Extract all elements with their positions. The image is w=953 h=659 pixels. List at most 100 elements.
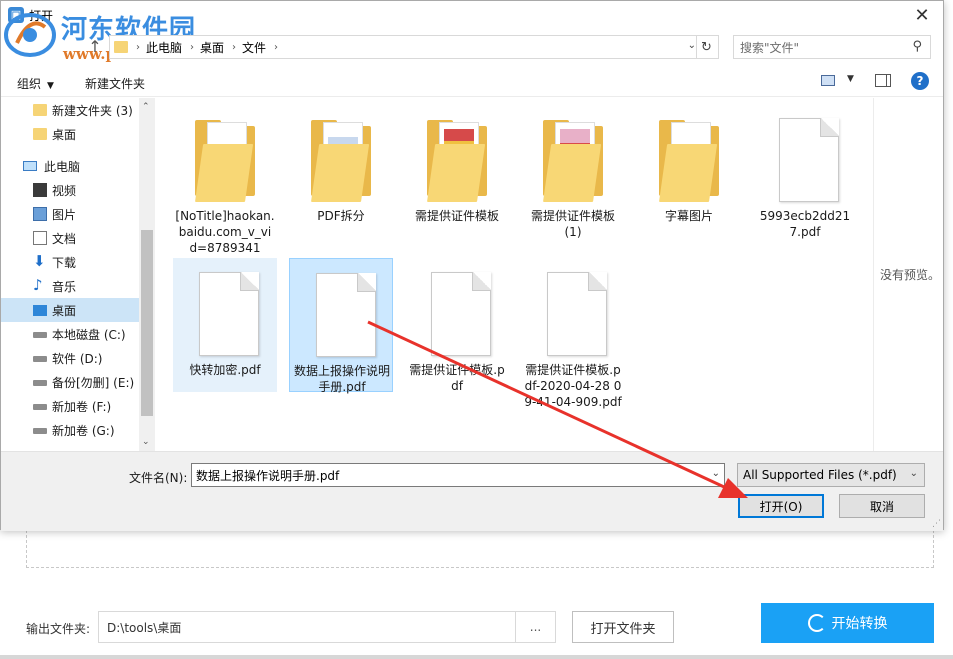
download-icon: ⬇ xyxy=(33,252,46,270)
breadcrumb-files[interactable]: 文件 xyxy=(242,39,266,56)
file-name: 需提供证件模板.pdf xyxy=(409,363,505,393)
drive-icon xyxy=(33,332,47,338)
file-tile-folder[interactable]: 需提供证件模板 (1) xyxy=(521,104,625,239)
sidebar-item-label: 新加卷 (G:) xyxy=(52,423,115,438)
address-bar[interactable]: › 此电脑 › 桌面 › 文件 › ⌄ ↻ xyxy=(109,35,719,59)
sidebar-item-new-folder-3[interactable]: 新建文件夹 (3) xyxy=(1,98,139,122)
caret-down-icon[interactable]: ▼ xyxy=(847,74,854,84)
close-button[interactable]: ✕ xyxy=(907,3,937,27)
document-icon xyxy=(541,272,607,356)
chevron-right-icon[interactable]: › xyxy=(274,42,278,53)
computer-icon xyxy=(23,161,37,171)
drive-icon xyxy=(33,380,47,386)
chevron-right-icon[interactable]: › xyxy=(190,42,194,53)
browse-button[interactable]: ... xyxy=(515,612,555,642)
breadcrumb-desktop[interactable]: 桌面 xyxy=(200,39,224,56)
search-placeholder: 搜索"文件" xyxy=(740,40,800,55)
chevron-right-icon[interactable]: › xyxy=(136,42,140,53)
refresh-icon[interactable]: ↻ xyxy=(696,36,716,58)
folder-icon xyxy=(657,118,721,202)
up-arrow-icon[interactable]: ↑ xyxy=(85,37,105,59)
search-icon[interactable]: ⚲ xyxy=(912,39,922,54)
sidebar-item-label: 视频 xyxy=(52,183,77,198)
sidebar-item-label: 文档 xyxy=(52,231,77,246)
chevron-down-icon[interactable]: ⌄ xyxy=(910,468,918,479)
dialog-footer: 文件名(N): 数据上报操作说明手册.pdf ⌄ All Supported F… xyxy=(1,451,943,531)
music-icon: ♪ xyxy=(33,276,43,294)
sidebar-item-label: 桌面 xyxy=(52,303,77,318)
start-convert-label: 开始转换 xyxy=(831,616,888,632)
chevron-down-icon[interactable]: ⌄ xyxy=(688,40,696,51)
cancel-button[interactable]: 取消 xyxy=(839,494,925,518)
picture-icon xyxy=(33,207,47,221)
output-folder-label: 输出文件夹: xyxy=(26,622,91,636)
sidebar-item-label: 本地磁盘 (C:) xyxy=(52,327,126,342)
organize-menu[interactable]: 组织 ▼ xyxy=(17,75,54,92)
file-name: 需提供证件模板 (1) xyxy=(530,209,615,239)
sidebar-item-label: 下载 xyxy=(52,255,77,270)
sidebar-item-drive-f[interactable]: 新加卷 (F:) xyxy=(1,394,139,418)
sidebar-item-label: 桌面 xyxy=(52,127,77,142)
preview-pane-icon[interactable] xyxy=(875,74,891,87)
resize-grip-icon[interactable]: ⋰ xyxy=(932,519,941,529)
file-tile-pdf[interactable]: 需提供证件模板.pdf-2020-04-28 09-41-04-909.pdf xyxy=(521,258,625,409)
navigation-row: ↑ › 此电脑 › 桌面 › 文件 › ⌄ ↻ 搜索"文件" ⚲ xyxy=(1,35,943,61)
file-tile-pdf-selected[interactable]: 数据上报操作说明手册.pdf xyxy=(289,258,393,394)
output-path-field[interactable]: D:\tools\桌面 ... xyxy=(98,611,556,643)
bottom-strip xyxy=(0,655,953,659)
file-name: 需提供证件模板.pdf-2020-04-28 09-41-04-909.pdf xyxy=(524,363,622,409)
file-name: 需提供证件模板 xyxy=(414,209,499,223)
sidebar-item-music[interactable]: ♪ 音乐 xyxy=(1,274,139,298)
sidebar-item-drive-g[interactable]: 新加卷 (G:) xyxy=(1,418,139,442)
new-folder-button[interactable]: 新建文件夹 xyxy=(85,75,145,92)
folder-icon xyxy=(309,118,373,202)
sidebar-item-desktop-folder[interactable]: 桌面 xyxy=(1,122,139,146)
chevron-up-icon[interactable]: ⌃ xyxy=(142,102,150,112)
sidebar-item-drive-e[interactable]: 备份[勿删] (E:) xyxy=(1,370,139,394)
sidebar-item-drive-d[interactable]: 软件 (D:) xyxy=(1,346,139,370)
folder-icon xyxy=(33,104,47,116)
chevron-down-icon[interactable]: ⌄ xyxy=(142,437,150,447)
file-name: [NoTitle]haokan.baidu.com_v_vid=8789341 xyxy=(175,209,275,255)
file-tile-pdf[interactable]: 5993ecb2dd217.pdf xyxy=(753,104,857,239)
file-name: 数据上报操作说明手册.pdf xyxy=(293,364,390,394)
chevron-right-icon[interactable]: › xyxy=(232,42,236,53)
file-tile-folder[interactable]: 字幕图片 xyxy=(637,104,741,238)
sidebar-item-documents[interactable]: 文档 xyxy=(1,226,139,250)
sidebar-item-pictures[interactable]: 图片 xyxy=(1,202,139,226)
filename-label: 文件名(N): xyxy=(129,471,188,485)
sidebar-scrollbar[interactable]: ⌃ ⌄ xyxy=(139,98,155,451)
filename-input[interactable]: 数据上报操作说明手册.pdf ⌄ xyxy=(191,463,725,487)
video-icon xyxy=(33,183,47,197)
help-icon[interactable]: ? xyxy=(911,72,929,90)
folder-icon xyxy=(33,128,47,140)
sidebar-item-desktop[interactable]: 桌面 xyxy=(1,298,139,322)
breadcrumb-this-pc[interactable]: 此电脑 xyxy=(146,39,182,56)
file-tile-folder[interactable]: [NoTitle]haokan.baidu.com_v_vid=8789341 xyxy=(173,104,277,255)
sidebar-item-videos[interactable]: 视频 xyxy=(1,178,139,202)
preview-pane: 没有预览。 xyxy=(873,98,945,451)
sidebar-item-drive-c[interactable]: 本地磁盘 (C:) xyxy=(1,322,139,346)
caret-down-icon: ▼ xyxy=(47,81,54,91)
sidebar-item-downloads[interactable]: ⬇ 下载 xyxy=(1,250,139,274)
file-tile-pdf[interactable]: 快转加密.pdf xyxy=(173,258,277,392)
file-name: PDF拆分 xyxy=(317,209,365,223)
file-type-select[interactable]: All Supported Files (*.pdf) ⌄ xyxy=(737,463,925,487)
sidebar-item-label: 新建文件夹 (3) xyxy=(52,103,133,118)
file-tile-folder[interactable]: 需提供证件模板 xyxy=(405,104,509,238)
document-icon xyxy=(425,272,491,356)
scrollbar-thumb[interactable] xyxy=(141,230,153,416)
sidebar-item-this-pc[interactable]: 此电脑 xyxy=(1,154,139,178)
open-folder-button[interactable]: 打开文件夹 xyxy=(572,611,674,643)
view-icon[interactable] xyxy=(821,75,835,86)
chevron-down-icon[interactable]: ⌄ xyxy=(712,468,720,479)
document-icon xyxy=(33,231,47,245)
search-input[interactable]: 搜索"文件" ⚲ xyxy=(733,35,931,59)
filename-value: 数据上报操作说明手册.pdf xyxy=(196,468,340,483)
file-tile-pdf[interactable]: 需提供证件模板.pdf xyxy=(405,258,509,393)
file-tile-folder[interactable]: PDF拆分 xyxy=(289,104,393,238)
open-button[interactable]: 打开(O) xyxy=(738,494,824,518)
start-convert-button[interactable]: 开始转换 xyxy=(761,603,934,643)
document-icon xyxy=(310,273,376,357)
output-path-value: D:\tools\桌面 xyxy=(107,620,182,635)
